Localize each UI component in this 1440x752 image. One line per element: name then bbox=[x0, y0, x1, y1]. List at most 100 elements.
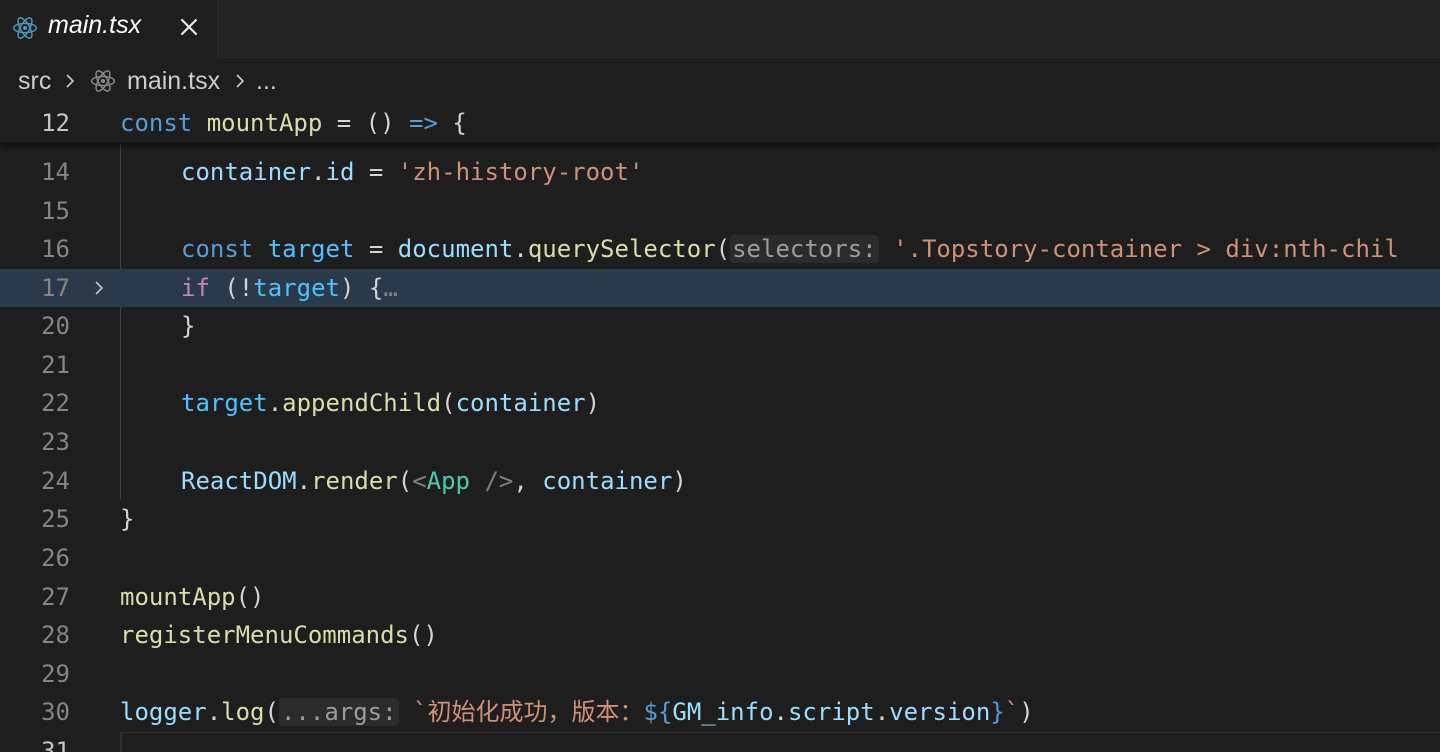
interpolation-close: } bbox=[990, 698, 1005, 726]
code-line-row[interactable]: 15 bbox=[0, 192, 1440, 230]
punctuation: () bbox=[408, 621, 438, 649]
code-line: const mountApp = () => { bbox=[120, 104, 467, 142]
punctuation: . bbox=[874, 698, 890, 726]
identifier: container bbox=[181, 158, 312, 186]
jsx-bracket: < bbox=[412, 467, 427, 495]
punctuation: . bbox=[311, 158, 326, 186]
parameter-hint: selectors: bbox=[730, 235, 879, 263]
code-line-row-current[interactable]: 17 if (!target) {… bbox=[0, 269, 1440, 307]
code-line-row[interactable] bbox=[120, 732, 1440, 752]
react-icon bbox=[90, 70, 116, 92]
string-literal: '.Topstory-container > div:nth-chil bbox=[893, 235, 1399, 263]
chevron-right-icon bbox=[66, 74, 75, 88]
chevron-right-icon[interactable] bbox=[90, 279, 108, 297]
identifier: mountApp bbox=[206, 109, 323, 137]
code-line-row[interactable]: 29 bbox=[0, 655, 1440, 693]
code-line-row[interactable]: 16 const target = document.querySelector… bbox=[0, 230, 1440, 268]
code-line: const target = document.querySelector(se… bbox=[181, 230, 1399, 268]
identifier: target bbox=[267, 235, 355, 263]
code-line-row[interactable]: 21 bbox=[0, 346, 1440, 384]
code-line-row[interactable]: 30 logger.log(...args: `初始化成功，版本：${GM_in… bbox=[0, 693, 1440, 731]
punctuation: { bbox=[452, 109, 467, 137]
arrow-operator: => bbox=[409, 109, 438, 137]
keyword: const bbox=[181, 235, 254, 263]
punctuation: () bbox=[365, 109, 395, 137]
property: script bbox=[787, 698, 875, 726]
editor-tab-bar: main.tsx bbox=[0, 0, 1440, 58]
code-line: target.appendChild(container) bbox=[181, 384, 600, 422]
parameter-hint: ...args: bbox=[278, 698, 399, 726]
function-name: registerMenuCommands bbox=[120, 621, 409, 649]
breadcrumb-item-src[interactable]: src bbox=[18, 67, 51, 96]
punctuation: . bbox=[773, 698, 788, 726]
code-line-row[interactable]: 23 bbox=[0, 423, 1440, 461]
property: version bbox=[889, 698, 991, 726]
punctuation: } bbox=[120, 505, 135, 533]
code-line: mountApp() bbox=[120, 578, 265, 616]
code-line-row[interactable]: 27 mountApp() bbox=[0, 578, 1440, 616]
line-number: 27 bbox=[41, 583, 70, 611]
operator: = bbox=[336, 109, 352, 137]
identifier: ReactDOM bbox=[181, 467, 297, 495]
close-icon[interactable] bbox=[176, 14, 202, 40]
property: id bbox=[325, 158, 355, 186]
react-icon bbox=[12, 17, 38, 39]
code-line-row[interactable]: 26 bbox=[0, 539, 1440, 577]
jsx-bracket: /> bbox=[470, 467, 514, 495]
punctuation: ( bbox=[264, 698, 279, 726]
code-line-row[interactable]: 28 registerMenuCommands() bbox=[0, 616, 1440, 654]
line-number: 23 bbox=[41, 428, 70, 456]
line-number: 28 bbox=[41, 621, 70, 649]
punctuation: () bbox=[235, 583, 265, 611]
operator: = bbox=[354, 158, 398, 186]
sticky-scroll-line[interactable]: 12 const mountApp = () => { bbox=[0, 104, 1440, 143]
line-number: 14 bbox=[41, 158, 70, 186]
code-line: logger.log(...args: `初始化成功，版本：${GM_info.… bbox=[120, 693, 1034, 731]
code-line-gutter: 31 bbox=[0, 732, 120, 752]
line-number: 26 bbox=[41, 544, 70, 572]
line-number: 20 bbox=[41, 312, 70, 340]
operator: = bbox=[354, 235, 398, 263]
punctuation: . bbox=[513, 235, 528, 263]
code-line-row[interactable]: 24 ReactDOM.render(<App />, container) bbox=[0, 462, 1440, 500]
line-number: 29 bbox=[41, 660, 70, 688]
jsx-component: App bbox=[426, 467, 471, 495]
code-line: container.id = 'zh-history-root' bbox=[181, 153, 643, 191]
template-string: `初始化成功，版本： bbox=[413, 698, 644, 726]
punctuation: ) bbox=[1019, 698, 1034, 726]
punctuation: . bbox=[206, 698, 222, 726]
breadcrumb-item-main-tsx[interactable]: main.tsx bbox=[127, 67, 220, 96]
line-number: 31 bbox=[41, 737, 70, 752]
function-name: querySelector bbox=[527, 235, 716, 263]
code-line-row[interactable]: 22 target.appendChild(container) bbox=[0, 384, 1440, 422]
code-line: } bbox=[120, 500, 134, 538]
breadcrumb-item-symbol[interactable]: ... bbox=[256, 67, 277, 96]
punctuation: ) bbox=[585, 389, 601, 417]
code-line-row[interactable]: 14 container.id = 'zh-history-root' bbox=[0, 153, 1440, 191]
identifier: target bbox=[253, 274, 340, 302]
punctuation: ( bbox=[715, 235, 731, 263]
identifier: logger bbox=[120, 698, 207, 726]
string-literal: 'zh-history-root' bbox=[397, 158, 644, 186]
template-string: ` bbox=[1004, 698, 1020, 726]
function-name: render bbox=[311, 467, 398, 495]
code-line-row[interactable]: 25 } bbox=[0, 500, 1440, 538]
punctuation: ( bbox=[441, 389, 456, 417]
punctuation: ) { bbox=[339, 274, 384, 302]
punctuation: (! bbox=[209, 274, 254, 302]
punctuation: } bbox=[181, 312, 196, 340]
tab-label: main.tsx bbox=[48, 11, 142, 39]
line-number: 21 bbox=[41, 351, 70, 379]
identifier: container bbox=[455, 389, 586, 417]
punctuation: . bbox=[296, 467, 312, 495]
code-line: registerMenuCommands() bbox=[120, 616, 438, 654]
code-editor[interactable]: 12 const mountApp = () => { 14 container… bbox=[0, 104, 1440, 752]
code-line-row[interactable]: 20 } bbox=[0, 307, 1440, 345]
line-number: 22 bbox=[41, 389, 70, 417]
punctuation: , bbox=[513, 467, 543, 495]
punctuation: ( bbox=[397, 467, 413, 495]
line-number: 12 bbox=[41, 109, 70, 137]
tab-main-tsx[interactable]: main.tsx bbox=[0, 0, 218, 58]
function-name: log bbox=[221, 698, 265, 726]
folded-ellipsis[interactable]: … bbox=[383, 274, 397, 302]
